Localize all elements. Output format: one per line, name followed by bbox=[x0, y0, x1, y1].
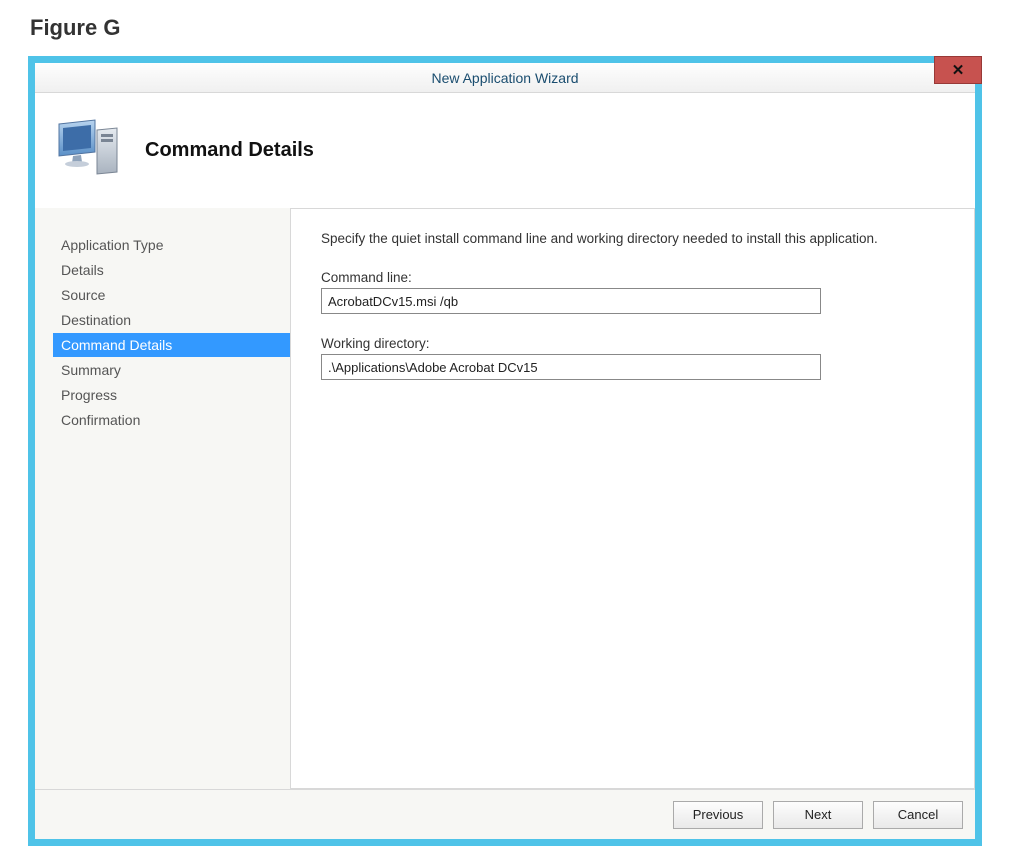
working-directory-input[interactable] bbox=[321, 354, 821, 380]
sidebar-item-summary[interactable]: Summary bbox=[53, 358, 290, 382]
sidebar-item-source[interactable]: Source bbox=[53, 283, 290, 307]
sidebar-item-confirmation[interactable]: Confirmation bbox=[53, 408, 290, 432]
figure-label: Figure G bbox=[0, 0, 1010, 56]
sidebar-item-command-details[interactable]: Command Details bbox=[53, 333, 290, 357]
close-button[interactable]: ✕ bbox=[934, 56, 982, 84]
wizard-footer: Previous Next Cancel bbox=[35, 789, 975, 839]
titlebar: New Application Wizard ✕ bbox=[35, 63, 975, 93]
sidebar-item-progress[interactable]: Progress bbox=[53, 383, 290, 407]
wizard-header: Command Details bbox=[35, 93, 975, 208]
previous-button[interactable]: Previous bbox=[673, 801, 763, 829]
wizard-body: Application Type Details Source Destinat… bbox=[35, 208, 975, 789]
page-title: Command Details bbox=[145, 139, 314, 162]
computer-icon bbox=[55, 118, 123, 183]
instruction-text: Specify the quiet install command line a… bbox=[321, 231, 944, 246]
sidebar-item-application-type[interactable]: Application Type bbox=[53, 233, 290, 257]
wizard-steps-sidebar: Application Type Details Source Destinat… bbox=[35, 208, 290, 789]
command-line-input[interactable] bbox=[321, 288, 821, 314]
command-line-field-block: Command line: bbox=[321, 270, 944, 314]
window-title: New Application Wizard bbox=[431, 70, 578, 86]
command-line-label: Command line: bbox=[321, 270, 944, 285]
main-panel: Specify the quiet install command line a… bbox=[290, 208, 975, 789]
sidebar-item-destination[interactable]: Destination bbox=[53, 308, 290, 332]
cancel-button[interactable]: Cancel bbox=[873, 801, 963, 829]
sidebar-item-details[interactable]: Details bbox=[53, 258, 290, 282]
next-button[interactable]: Next bbox=[773, 801, 863, 829]
close-icon: ✕ bbox=[952, 61, 965, 79]
working-directory-field-block: Working directory: bbox=[321, 336, 944, 380]
wizard-window: New Application Wizard ✕ bbox=[28, 56, 982, 846]
working-directory-label: Working directory: bbox=[321, 336, 944, 351]
